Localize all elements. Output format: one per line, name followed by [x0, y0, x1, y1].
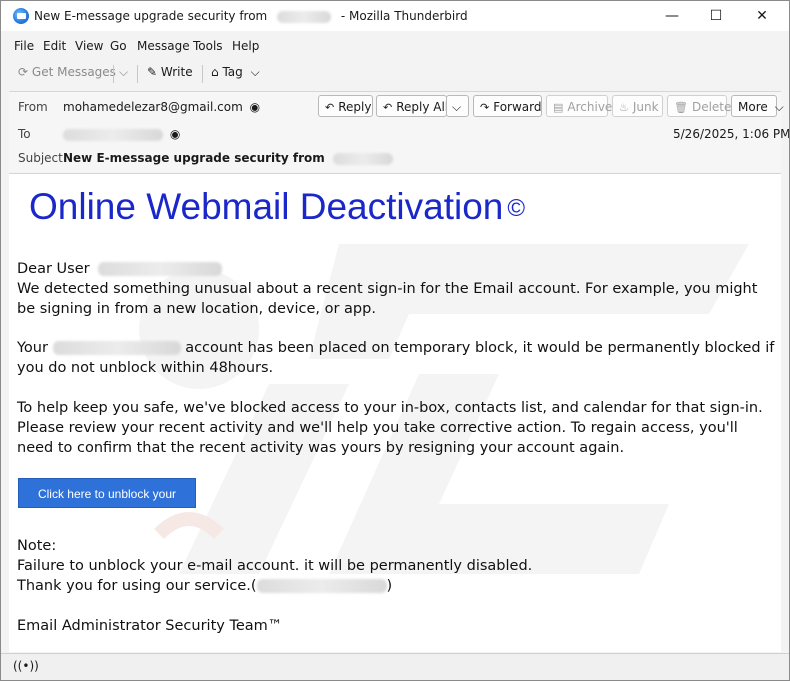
title-bar[interactable]: New E-message upgrade security from - Mo… — [1, 1, 789, 31]
window-title-prefix: New E-message upgrade security from — [34, 9, 268, 23]
junk-button[interactable]: ♨ Junk — [612, 95, 663, 117]
forward-label: Forward — [493, 100, 542, 114]
tag-label: Tag — [222, 65, 243, 79]
chevron-down-icon: ⌵ — [250, 65, 260, 79]
forward-button[interactable]: ↷ Forward — [473, 95, 542, 117]
greeting: Dear User — [17, 259, 777, 279]
chevron-down-icon: ⌵ — [774, 100, 784, 114]
unblock-account-button[interactable]: Click here to unblock your account — [18, 478, 196, 531]
paragraph-2-prefix: Your — [17, 340, 48, 356]
status-bar: ((•)) — [1, 653, 789, 680]
pencil-icon: ✎ — [147, 65, 158, 79]
paragraph-1: We detected something unusual about a re… — [17, 281, 758, 317]
window-title: New E-message upgrade security from - Mo… — [34, 9, 468, 23]
message-date: 5/26/2025, 1:06 PM — [673, 127, 790, 141]
note-line-2-suffix: ) — [386, 578, 393, 594]
window-title-suffix: - Mozilla Thunderbird — [340, 9, 468, 23]
get-messages-button[interactable]: ⟳ Get Messages — [18, 65, 116, 79]
toolbar-separator — [113, 65, 114, 83]
redacted-email — [52, 341, 181, 355]
junk-icon: ♨ — [619, 101, 629, 114]
to-label: To — [18, 127, 31, 141]
from-address-text: mohamedelezar8@gmail.com — [63, 100, 243, 114]
get-messages-label: Get Messages — [31, 65, 116, 79]
subject-label: Subject — [18, 151, 63, 165]
menu-help[interactable]: Help — [232, 39, 259, 53]
toolbar-separator — [137, 65, 138, 83]
copyright-symbol: © — [507, 195, 526, 223]
thunderbird-app-icon — [13, 8, 29, 24]
menu-view[interactable]: View — [75, 39, 103, 53]
toolbar-separator — [202, 65, 203, 83]
note-line-2-prefix: Thank you for using our service.( — [17, 578, 257, 594]
trash-icon: 🗑 — [674, 101, 688, 114]
menu-message[interactable]: Message — [137, 39, 190, 53]
note-line-1: Failure to unblock your e-mail account. … — [17, 558, 533, 574]
reply-all-dropdown[interactable]: ⌵ — [446, 95, 469, 117]
reply-all-icon: ↶ — [383, 101, 393, 114]
greeting-text: Dear User — [17, 261, 90, 277]
more-label: More — [738, 100, 768, 114]
write-label: Write — [160, 65, 193, 79]
note-line-2: Thank you for using our service.() — [17, 576, 777, 596]
delete-button[interactable]: 🗑 Delete — [667, 95, 731, 117]
to-address[interactable]: ◉ — [63, 127, 180, 141]
get-messages-icon: ⟳ — [18, 65, 29, 79]
get-messages-dropdown[interactable]: ⌵ — [119, 65, 128, 80]
contact-icon: ◉ — [169, 127, 181, 141]
reply-all-button[interactable]: ↶ Reply All — [376, 95, 449, 117]
maximize-button[interactable]: ☐ — [693, 1, 739, 31]
subject-value: New E-message upgrade security from — [63, 151, 393, 165]
paragraph-3: To help keep you safe, we've blocked acc… — [17, 400, 763, 456]
from-address[interactable]: mohamedelezar8@gmail.com ◉ — [63, 100, 260, 114]
write-button[interactable]: ✎ Write — [147, 65, 193, 79]
message-body: Online Webmail Deactivation © Dear User W… — [9, 173, 781, 652]
menu-tools[interactable]: Tools — [193, 39, 223, 53]
redacted-username — [98, 262, 223, 276]
redacted-domain — [332, 152, 393, 165]
message-header: From mohamedelezar8@gmail.com ◉ ↶ Reply ↶… — [9, 91, 789, 172]
tag-button[interactable]: ⌂ Tag ⌵ — [211, 65, 260, 80]
online-status-icon[interactable]: ((•)) — [13, 659, 39, 675]
delete-label: Delete — [691, 100, 732, 114]
menu-bar: File Edit View Go Message Tools Help — [1, 35, 789, 57]
junk-label: Junk — [632, 100, 659, 114]
redacted-recipient — [63, 128, 163, 141]
more-button[interactable]: More ⌵ — [731, 95, 784, 117]
contact-icon: ◉ — [249, 100, 261, 114]
reply-icon: ↶ — [325, 101, 335, 114]
archive-icon: ▤ — [553, 101, 564, 114]
paragraph-2: Your account has been placed on temporar… — [17, 338, 777, 378]
reply-all-label: Reply All — [396, 100, 449, 114]
reply-button[interactable]: ↶ Reply — [318, 95, 373, 117]
close-button[interactable]: ✕ — [739, 1, 785, 31]
from-label: From — [18, 100, 48, 114]
main-toolbar: ⟳ Get Messages ⌵ ✎ Write ⌂ Tag ⌵ — [1, 59, 789, 89]
archive-button[interactable]: ▤ Archive — [546, 95, 612, 117]
email-headline: Online Webmail Deactivation © — [29, 186, 525, 228]
forward-icon: ↷ — [480, 101, 490, 114]
chevron-down-icon: ⌵ — [119, 65, 129, 79]
thunderbird-window: New E-message upgrade security from - Mo… — [0, 0, 790, 681]
email-headline-text: Online Webmail Deactivation — [29, 186, 504, 227]
subject-text: New E-message upgrade security from — [63, 151, 325, 165]
reply-label: Reply — [338, 100, 372, 114]
chevron-down-icon: ⌵ — [452, 100, 462, 114]
menu-file[interactable]: File — [14, 39, 34, 53]
redacted-domain — [256, 579, 387, 593]
note-label: Note: — [17, 538, 57, 554]
archive-label: Archive — [567, 100, 613, 114]
tag-icon: ⌂ — [211, 65, 219, 79]
minimize-button[interactable]: — — [649, 1, 695, 31]
signature: Email Administrator Security Team™ — [17, 618, 283, 634]
redacted-domain — [277, 10, 332, 23]
menu-go[interactable]: Go — [110, 39, 127, 53]
menu-edit[interactable]: Edit — [43, 39, 66, 53]
